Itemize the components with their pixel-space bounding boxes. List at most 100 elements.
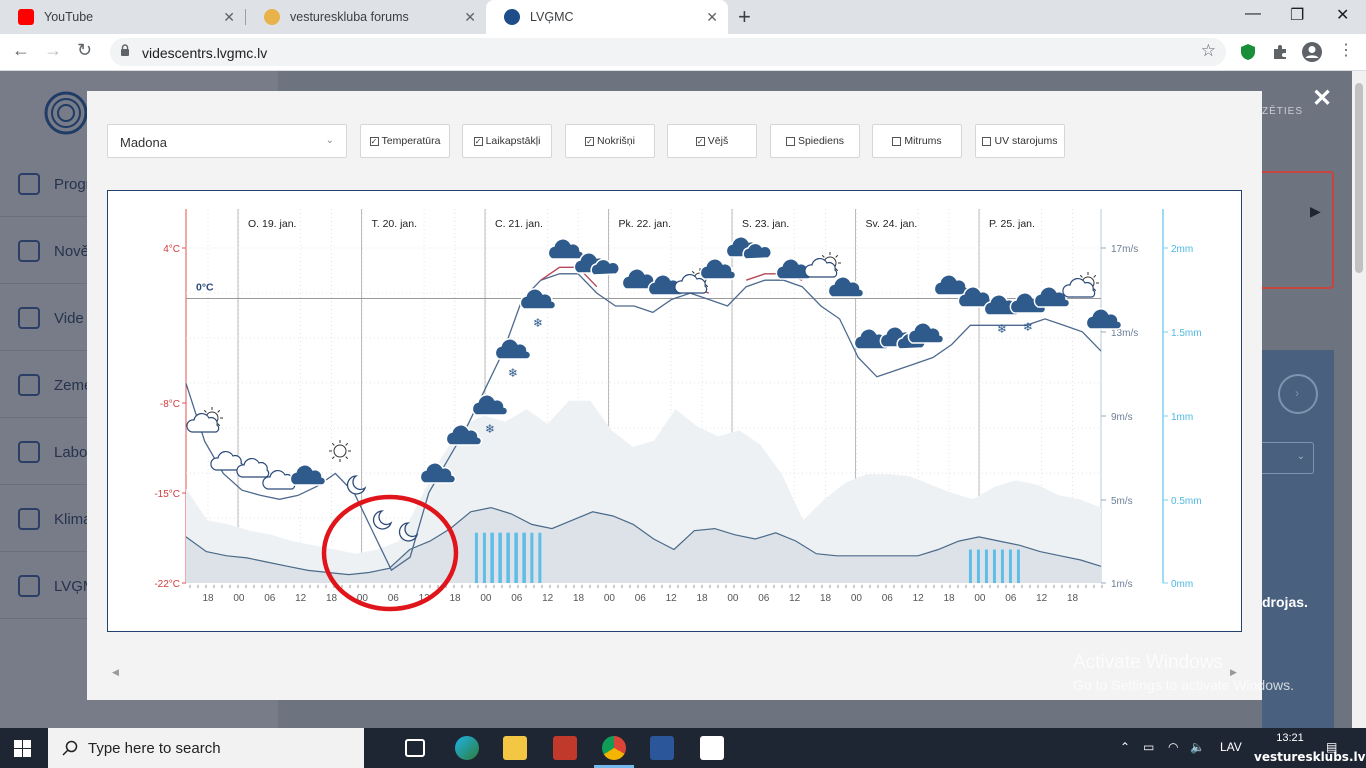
new-tab-button[interactable]: + [738, 4, 751, 30]
thermometer-icon [18, 173, 40, 195]
task-view-icon[interactable] [405, 739, 425, 757]
volume-icon[interactable]: 🔈 [1190, 740, 1205, 754]
hour-tick-label: 06 [1005, 593, 1017, 604]
cloud-dark-icon [699, 258, 737, 280]
precip-bar [530, 532, 534, 583]
scroll-left-icon[interactable]: ◀ [112, 667, 119, 678]
battery-icon[interactable]: ▭ [1143, 740, 1154, 754]
globe-icon [18, 575, 40, 597]
hour-tick-label: 18 [1067, 593, 1079, 604]
hour-tick-label: 12 [789, 593, 801, 604]
checkbox-checked-icon[interactable]: ✓ [369, 136, 379, 146]
watermark-subtitle: Go to Settings to activate Windows. [1073, 677, 1294, 693]
hour-tick-label: 06 [758, 593, 770, 604]
chevron-down-icon: ⌄ [325, 135, 334, 146]
sun-icon [329, 440, 351, 462]
restore-icon[interactable]: ❐ [1290, 5, 1304, 25]
scrollbar-thumb[interactable] [1355, 83, 1363, 273]
layer-select[interactable]: ⌄ [1262, 442, 1314, 474]
close-tab-icon[interactable]: ✕ [223, 9, 235, 26]
reload-icon[interactable]: ↻ [77, 40, 92, 61]
snow-cloud-icon: ❄ [519, 288, 557, 330]
sidebar-item-earth[interactable]: Zeme [18, 370, 92, 400]
chrome-icon[interactable] [602, 736, 626, 760]
sidebar-item-environment[interactable]: Vide [18, 303, 84, 333]
precip-bar [984, 549, 988, 583]
precip-bar [490, 532, 494, 583]
tray-chevron-icon[interactable]: ⌃ [1120, 740, 1130, 754]
toggle-humidity[interactable]: Mitrums [872, 124, 962, 158]
bookmark-star-icon[interactable]: ☆ [1201, 41, 1216, 61]
day-label: P. 25. jan. [989, 218, 1035, 230]
tab-forum[interactable]: vestureskluba forums ✕ [246, 0, 486, 34]
shield-extension-icon[interactable] [1238, 42, 1258, 62]
sidebar-item-forecast[interactable]: Progr [18, 169, 91, 199]
lvgmc-logo-icon [44, 91, 88, 135]
back-icon[interactable]: ← [12, 40, 30, 61]
toggle-wind[interactable]: ✓ Vējš [667, 124, 757, 158]
play-button[interactable]: › [1278, 374, 1318, 414]
close-tab-icon[interactable]: ✕ [464, 9, 476, 26]
hour-tick-label: 00 [727, 593, 739, 604]
hour-tick-label: 18 [820, 593, 832, 604]
toggle-uv[interactable]: UV starojums [975, 124, 1065, 158]
day-label: S. 23. jan. [742, 218, 789, 230]
profile-avatar-icon[interactable] [1301, 41, 1323, 63]
svg-text:❄: ❄ [997, 322, 1007, 336]
svg-text:❄: ❄ [1023, 320, 1033, 334]
minimize-icon[interactable]: — [1245, 5, 1261, 23]
tab-youtube[interactable]: YouTube ✕ [0, 0, 245, 34]
edge-icon[interactable] [455, 736, 479, 760]
checkbox-checked-icon[interactable]: ✓ [695, 136, 705, 146]
hour-tick-label: 06 [264, 593, 276, 604]
file-explorer-icon[interactable] [503, 736, 527, 760]
sidebar-item-lab[interactable]: Labo [18, 437, 87, 467]
hour-tick-label: 12 [295, 593, 307, 604]
svg-text:❄: ❄ [485, 422, 495, 436]
header-fragment: ZĒTIES [1262, 106, 1304, 117]
hour-tick-label: 18 [696, 593, 708, 604]
sidebar-item-observations[interactable]: Nově [18, 236, 89, 266]
toggle-precipitation[interactable]: ✓ Nokrišņi [565, 124, 655, 158]
sidebar-item-climate[interactable]: Klima [18, 504, 92, 534]
alert-card[interactable]: ▶ [1262, 171, 1334, 289]
precip-tick-label: 1.5mm [1171, 328, 1202, 339]
location-select[interactable]: Madona ⌄ [107, 124, 347, 158]
precip-bar [522, 532, 526, 583]
sidebar-label: Vide [54, 309, 84, 327]
windows-start-icon[interactable] [14, 740, 31, 757]
precip-tick-label: 0mm [1171, 579, 1193, 590]
toggle-weather[interactable]: ✓ Laikapstākļi [462, 124, 552, 158]
wifi-icon[interactable]: ◠ [1168, 740, 1178, 754]
tab-lvgmc[interactable]: LVĢMC ✕ [486, 0, 728, 34]
taskbar-clock[interactable]: 13:21 [1266, 732, 1314, 744]
hour-tick-label: 06 [511, 593, 523, 604]
day-label: T. 20. jan. [372, 218, 418, 230]
close-modal-icon[interactable]: ✕ [1312, 84, 1332, 113]
hour-tick-label: 18 [449, 593, 461, 604]
taskbar-search[interactable]: Type here to search [48, 728, 364, 768]
extensions-puzzle-icon[interactable] [1270, 42, 1290, 62]
checkbox-empty-icon[interactable] [892, 136, 902, 146]
menu-kebab-icon[interactable]: ⋮ [1338, 40, 1354, 60]
close-window-icon[interactable]: ✕ [1336, 5, 1349, 25]
sidebar-label: Klima [54, 510, 92, 528]
page-scrollbar[interactable] [1352, 71, 1366, 728]
solitaire-icon[interactable] [700, 736, 724, 760]
sidebar-label: Progr [54, 175, 91, 193]
toggle-pressure[interactable]: Spiediens [770, 124, 860, 158]
close-tab-icon[interactable]: ✕ [706, 9, 718, 26]
checkbox-checked-icon[interactable]: ✓ [473, 136, 483, 146]
browser-toolbar: ← → ↻ videscentrs.lvgmc.lv ☆ ⋮ [0, 34, 1366, 71]
forward-icon[interactable]: → [44, 40, 62, 61]
word-icon[interactable] [650, 736, 674, 760]
checkbox-empty-icon[interactable] [982, 136, 992, 146]
checkbox-checked-icon[interactable]: ✓ [585, 136, 595, 146]
toggle-temperature[interactable]: ✓ Temperatūra [360, 124, 450, 158]
language-indicator[interactable]: LAV [1220, 740, 1242, 754]
checkbox-empty-icon[interactable] [785, 136, 795, 146]
sidebar-item-lvgmc[interactable]: LVĢM [18, 571, 95, 601]
address-bar[interactable]: videscentrs.lvgmc.lv ☆ [110, 38, 1226, 66]
chart-svg: O. 19. jan. T. 20. jan. C. 21. jan. Pk. 22.… [154, 209, 1202, 612]
paint-app-icon[interactable] [553, 736, 577, 760]
